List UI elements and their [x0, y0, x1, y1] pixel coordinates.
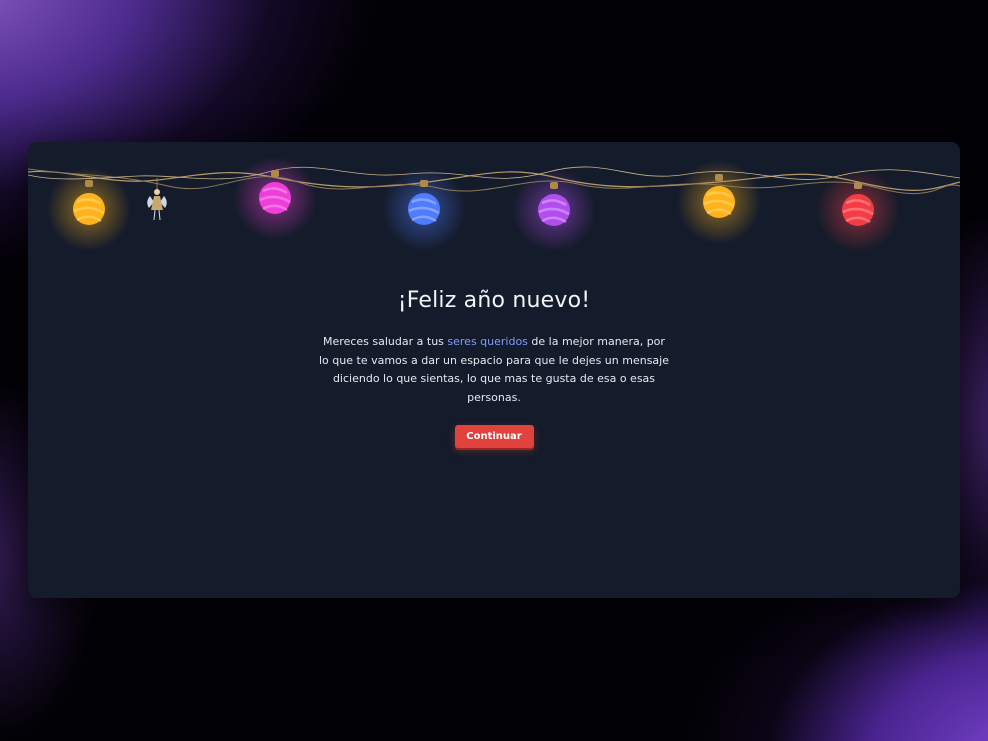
angel-ornament-icon — [147, 178, 167, 221]
greeting-message: Mereces saludar a tus seres queridos de … — [319, 333, 669, 407]
continue-button[interactable]: Continuar — [454, 425, 534, 448]
message-highlight: seres queridos — [447, 335, 528, 348]
card-content: ¡Feliz año nuevo! Mereces saludar a tus … — [28, 288, 960, 448]
message-start: Mereces saludar a tus — [323, 335, 448, 348]
string-lights — [28, 156, 960, 252]
page-title: ¡Feliz año nuevo! — [397, 288, 591, 313]
greeting-card: ¡Feliz año nuevo! Mereces saludar a tus … — [28, 142, 960, 598]
